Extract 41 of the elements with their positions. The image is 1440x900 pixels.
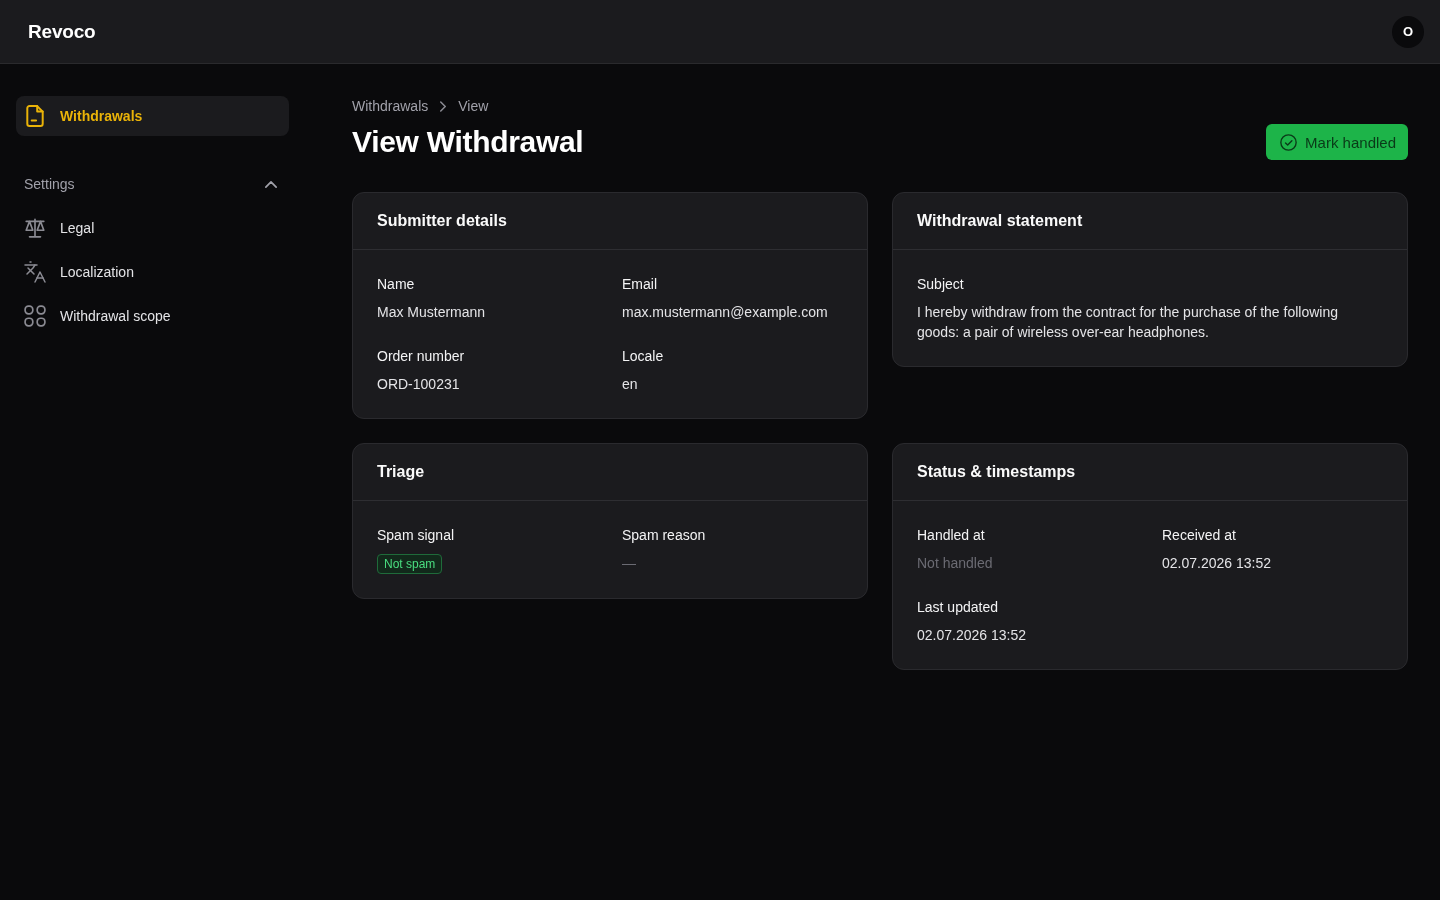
field-label: Locale — [622, 347, 664, 366]
field-label: Handled at — [917, 526, 985, 545]
card-title: Status & timestamps — [917, 462, 1077, 482]
field-value: — — [622, 554, 636, 573]
breadcrumb-link[interactable]: Withdrawals — [352, 98, 429, 114]
page-title: View Withdrawal — [352, 124, 584, 160]
field-label: Spam signal — [377, 526, 455, 545]
sidebar-item[interactable]: Withdrawal scope — [16, 296, 289, 336]
field-value: max.mustermann@example.com — [622, 303, 828, 322]
sidebar-item[interactable]: Localization — [16, 252, 289, 292]
field-label: Name — [377, 275, 415, 294]
field-label: Spam reason — [622, 526, 706, 545]
field-label: Order number — [377, 347, 465, 366]
field-value: Not handled — [917, 554, 993, 573]
field-label: Email — [622, 275, 657, 294]
statement-text: I hereby withdraw from the contract for the purchase of the following goods: a pair of wireless over-ear headphones. — [917, 303, 1339, 342]
breadcrumb-link[interactable]: View — [458, 98, 489, 114]
grid-icon — [24, 305, 46, 327]
sidebar-item[interactable]: Withdrawals — [16, 96, 289, 136]
sidebar-item[interactable]: Legal — [16, 208, 289, 248]
avatar-button[interactable]: O — [1392, 15, 1424, 48]
chevron-right-icon — [440, 100, 447, 112]
card-title: Withdrawal statement — [917, 211, 1084, 231]
field-value: Max Mustermann — [377, 303, 486, 322]
field-value: en — [622, 375, 638, 394]
scale-icon — [24, 217, 46, 239]
status-tag: Not spam — [377, 554, 443, 574]
field-label: Last updated — [917, 598, 998, 617]
field-value: 02.07.2026 13:52 — [917, 626, 1026, 645]
document-icon — [24, 105, 46, 127]
check-circle-icon — [1280, 133, 1298, 151]
card-title: Submitter details — [377, 211, 508, 231]
mark-handled-button[interactable]: Mark handled — [1266, 124, 1408, 160]
field-value: ORD-100231 — [377, 375, 460, 394]
translate-icon — [24, 261, 46, 283]
field-label: Subject — [917, 275, 964, 294]
card-title: Triage — [377, 462, 426, 482]
field-label: Received at — [1162, 526, 1236, 545]
field-value: 02.07.2026 13:52 — [1162, 554, 1271, 573]
section-toggle[interactable]: Settings — [16, 168, 289, 200]
brand-name[interactable]: Revoco — [28, 20, 96, 43]
